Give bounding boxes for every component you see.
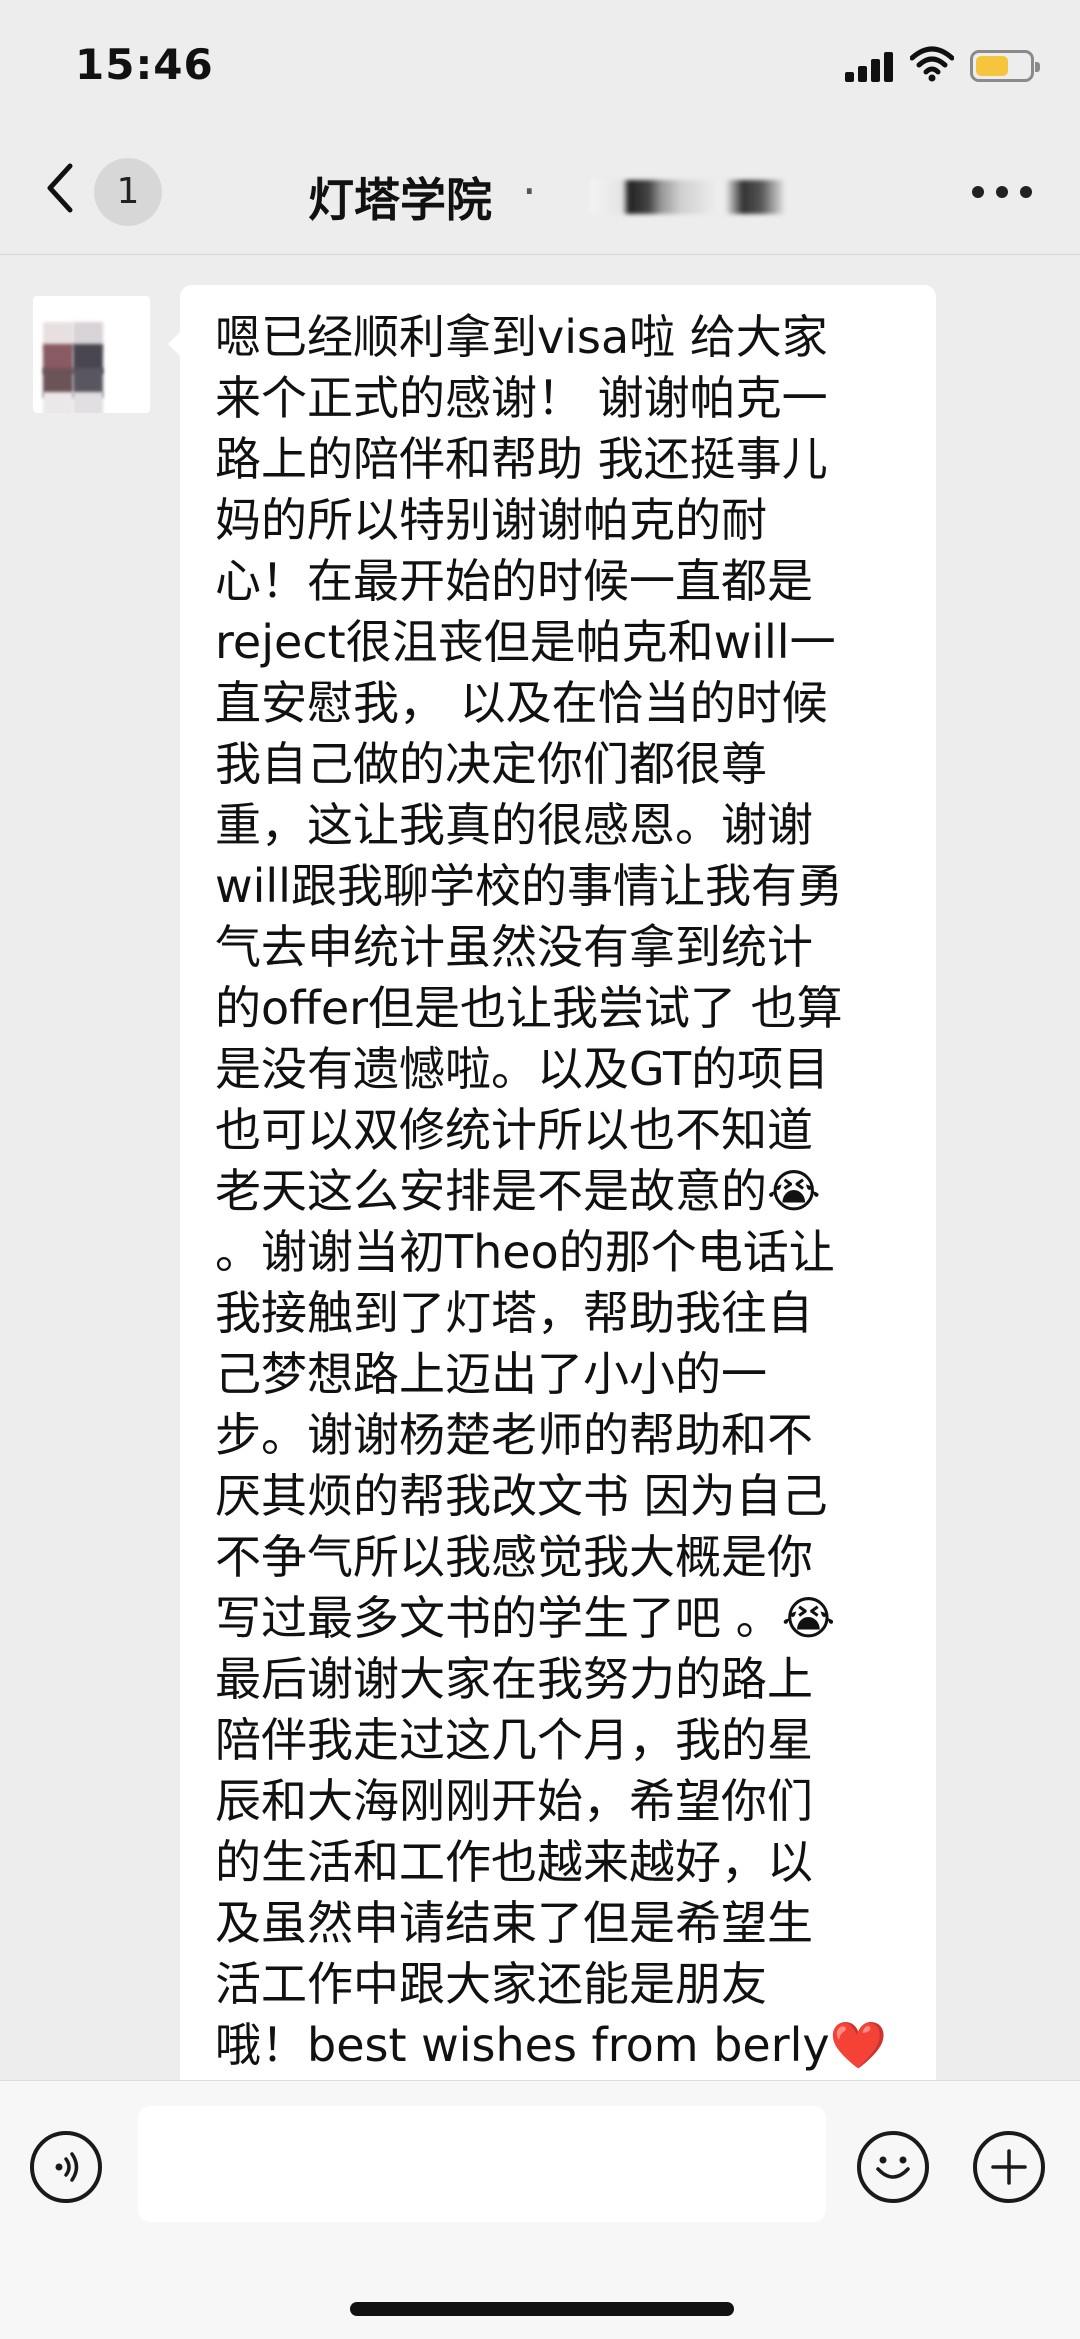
avatar[interactable] <box>33 296 150 413</box>
cellular-signal-icon <box>845 52 897 82</box>
message-input[interactable] <box>138 2106 826 2222</box>
input-bar <box>0 2080 1080 2339</box>
status-bar: 15:46 <box>0 0 1080 130</box>
chat-title: 灯塔学院 <box>308 173 492 227</box>
plus-icon[interactable] <box>973 2131 1045 2203</box>
battery-icon <box>970 50 1040 82</box>
message-text: 嗯已经顺利拿到visa啦 给大家 来个正式的感谢！ 谢谢帕克一 路上的陪伴和帮助… <box>215 310 887 2072</box>
chat-header: 1 灯塔学院 · <box>0 130 1080 255</box>
redacted-name <box>725 180 785 214</box>
voice-input-icon[interactable] <box>30 2131 102 2203</box>
unread-count-badge[interactable]: 1 <box>94 158 162 226</box>
wifi-icon <box>910 46 954 82</box>
message-bubble[interactable]: 嗯已经顺利拿到visa啦 给大家 来个正式的感谢！ 谢谢帕克一 路上的陪伴和帮助… <box>180 285 936 2095</box>
title-separator: · <box>522 164 537 218</box>
status-time: 15:46 <box>75 40 214 89</box>
emoji-icon[interactable] <box>857 2131 929 2203</box>
home-indicator[interactable] <box>350 2302 734 2316</box>
chevron-left-icon[interactable] <box>40 158 80 218</box>
more-dots-icon[interactable] <box>972 186 1032 200</box>
redacted-name <box>590 180 720 214</box>
